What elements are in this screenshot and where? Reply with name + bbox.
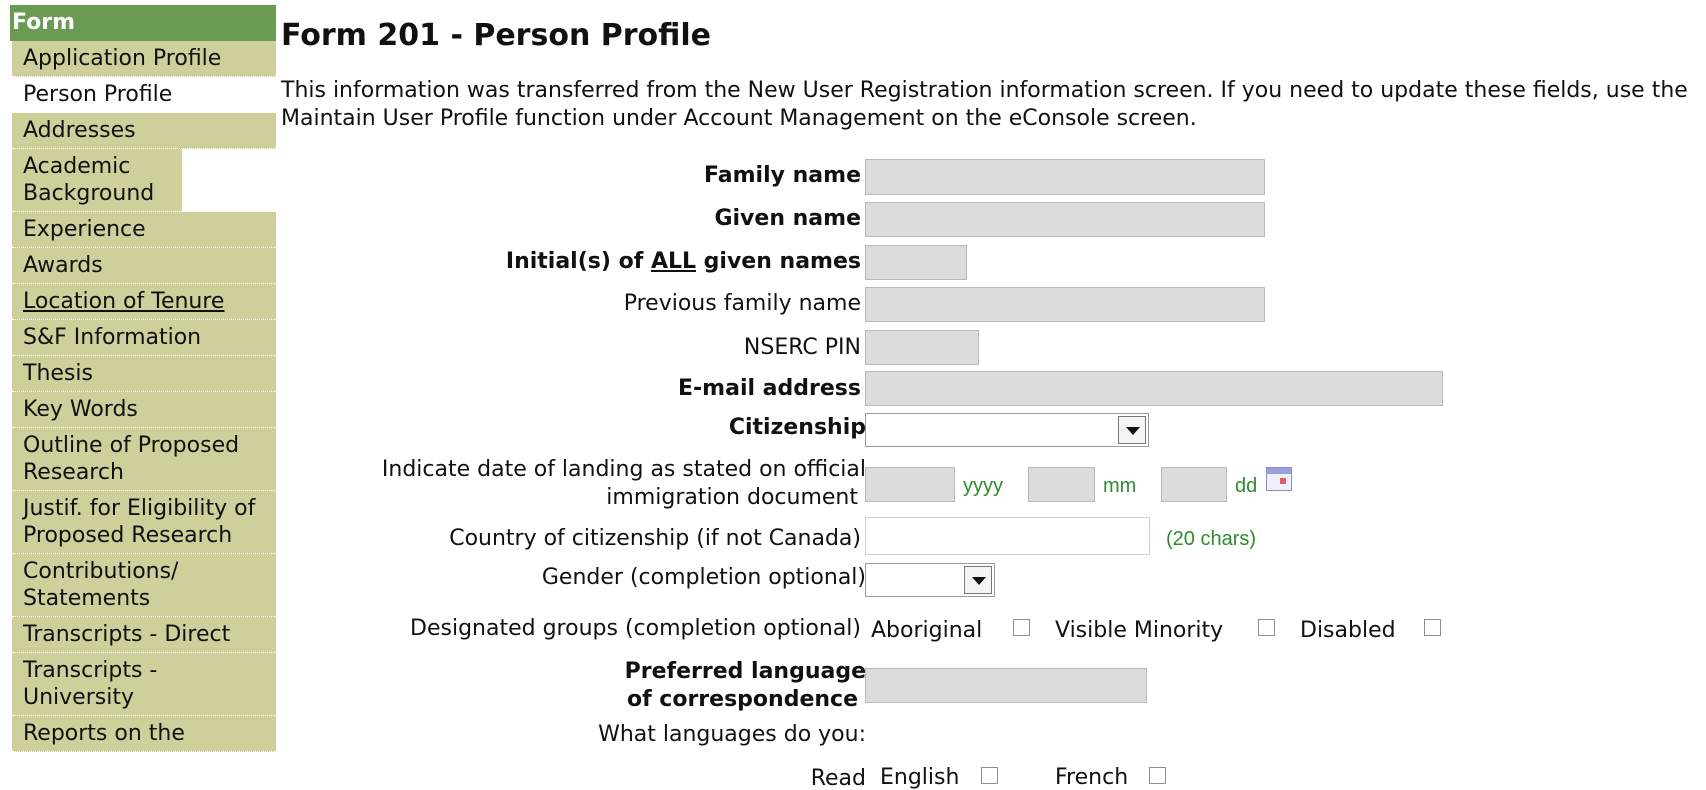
read-english-checkbox[interactable] <box>981 767 998 784</box>
country-of-citizenship-label: Country of citizenship (if not Canada) <box>449 526 861 551</box>
intro-text: This information was transferred from th… <box>281 78 1688 131</box>
sidebar-item-addresses[interactable]: Addresses <box>12 113 276 149</box>
sidebar-item-justif-for-eligibility[interactable]: Justif. for Eligibility of Proposed Rese… <box>12 491 276 554</box>
landing-date-label-line2: immigration document <box>606 485 858 510</box>
sidebar-item-transcripts-direct[interactable]: Transcripts - Direct <box>12 617 276 653</box>
initials-field[interactable] <box>865 245 967 280</box>
sidebar-item-outline-of-proposed-research[interactable]: Outline of Proposed Research <box>12 428 276 491</box>
sidebar-item-person-profile[interactable]: Person Profile <box>12 77 276 113</box>
citizenship-select[interactable] <box>865 413 1149 447</box>
aboriginal-label: Aboriginal <box>871 618 983 643</box>
initials-label-post: given names <box>696 249 861 274</box>
country-char-limit-hint: (20 chars) <box>1166 528 1257 550</box>
visible-minority-label: Visible Minority <box>1055 618 1224 643</box>
disabled-checkbox[interactable] <box>1424 619 1441 636</box>
sidebar-item-academic-background[interactable]: Academic Background <box>12 149 182 212</box>
designated-groups-label: Designated groups (completion optional) <box>410 616 861 641</box>
family-name-label: Family name <box>704 163 861 188</box>
sidebar-item-label: Location of Tenure <box>23 289 225 314</box>
sidebar-item-contributions-statements[interactable]: Contributions/ Statements <box>12 554 276 617</box>
chevron-down-icon[interactable] <box>1118 416 1146 444</box>
nserc-pin-label: NSERC PIN <box>743 335 861 360</box>
disabled-label: Disabled <box>1300 618 1396 643</box>
sidebar-menu: Application Profile Person Profile Addre… <box>12 41 276 752</box>
sidebar-item-transcripts-university[interactable]: Transcripts - University <box>12 653 276 716</box>
initials-label: Initial(s) of ALL given names <box>506 248 861 276</box>
sidebar-item-awards[interactable]: Awards <box>12 248 276 284</box>
gender-select[interactable] <box>865 563 995 597</box>
sidebar-item-experience[interactable]: Experience <box>12 212 276 248</box>
country-of-citizenship-field[interactable] <box>865 517 1150 555</box>
preferred-language-label-line2: of correspondence <box>626 687 858 712</box>
previous-family-name-field[interactable] <box>865 287 1265 322</box>
day-hint: dd <box>1235 475 1258 497</box>
read-french-checkbox[interactable] <box>1149 767 1166 784</box>
languages-question-label: What languages do you: <box>598 722 866 747</box>
main-content: Form 201 - Person Profile This informati… <box>281 0 1701 790</box>
sidebar-header: Form <box>10 5 276 41</box>
given-name-label: Given name <box>714 206 861 231</box>
read-french-label: French <box>1055 765 1129 790</box>
sidebar-item-thesis[interactable]: Thesis <box>12 356 276 392</box>
citizenship-label: Citizenship <box>728 415 866 440</box>
gender-label: Gender (completion optional) <box>541 565 866 590</box>
sidebar-item-reports-on-the[interactable]: Reports on the <box>12 716 276 752</box>
sidebar-item-location-of-tenure[interactable]: Location of Tenure <box>12 284 276 320</box>
sidebar-item-application-profile[interactable]: Application Profile <box>12 41 276 77</box>
preferred-language-label-line1: Preferred language <box>624 659 866 684</box>
nserc-pin-field[interactable] <box>865 330 979 365</box>
initials-label-pre: Initial(s) of <box>505 249 651 274</box>
visible-minority-checkbox[interactable] <box>1258 619 1275 636</box>
month-hint: mm <box>1103 475 1137 497</box>
preferred-language-field[interactable] <box>865 668 1147 703</box>
aboriginal-checkbox[interactable] <box>1013 619 1030 636</box>
initials-label-emphasis: ALL <box>650 249 697 274</box>
email-field[interactable] <box>865 371 1443 406</box>
year-hint: yyyy <box>963 475 1003 497</box>
landing-year-field[interactable] <box>865 467 955 502</box>
sidebar: Form Application Profile Person Profile … <box>0 0 276 790</box>
page-title: Form 201 - Person Profile <box>281 18 712 53</box>
landing-month-field[interactable] <box>1028 467 1095 502</box>
family-name-field[interactable] <box>865 159 1265 195</box>
previous-family-name-label: Previous family name <box>623 291 861 316</box>
chevron-down-icon[interactable] <box>964 566 992 594</box>
landing-day-field[interactable] <box>1161 467 1227 502</box>
email-label: E-mail address <box>678 376 861 401</box>
sidebar-item-key-words[interactable]: Key Words <box>12 392 276 428</box>
given-name-field[interactable] <box>865 202 1265 237</box>
landing-date-label-line1: Indicate date of landing as stated on of… <box>381 457 866 482</box>
read-english-label: English <box>880 765 960 790</box>
read-label: Read <box>810 766 866 790</box>
sidebar-item-sf-information[interactable]: S&F Information <box>12 320 276 356</box>
calendar-icon[interactable] <box>1266 467 1292 491</box>
